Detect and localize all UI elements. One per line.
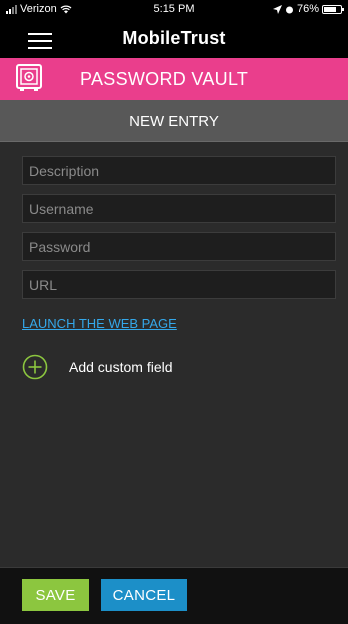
add-custom-field-label: Add custom field	[69, 359, 173, 375]
battery-icon	[322, 4, 344, 14]
section-title: PASSWORD VAULT	[80, 69, 249, 89]
footer-bar: SAVE CANCEL	[0, 567, 348, 624]
status-right: 76%	[272, 3, 344, 15]
save-button[interactable]: SAVE	[22, 579, 89, 611]
url-field[interactable]	[22, 270, 336, 299]
app-bar: MobileTrust	[0, 20, 348, 58]
battery-fill	[324, 6, 337, 12]
alarm-icon	[285, 6, 293, 13]
page-subheader: NEW ENTRY	[0, 100, 348, 142]
add-custom-field-button[interactable]: Add custom field	[22, 354, 173, 380]
password-field[interactable]	[22, 232, 336, 261]
plus-circle-icon	[22, 354, 48, 380]
location-arrow-icon	[272, 4, 282, 14]
brand-title: MobileTrust	[122, 28, 226, 48]
battery-percent: 76%	[296, 3, 319, 15]
status-bar: Verizon 5:15 PM 76%	[0, 0, 348, 20]
username-field[interactable]	[22, 194, 336, 223]
page-title: NEW ENTRY	[129, 113, 219, 130]
launch-web-page-link[interactable]: LAUNCH THE WEB PAGE	[22, 316, 177, 331]
section-header: PASSWORD VAULT	[0, 58, 348, 100]
vault-safe-icon	[16, 64, 42, 91]
cancel-button[interactable]: CANCEL	[101, 579, 187, 611]
description-field[interactable]	[22, 156, 336, 185]
